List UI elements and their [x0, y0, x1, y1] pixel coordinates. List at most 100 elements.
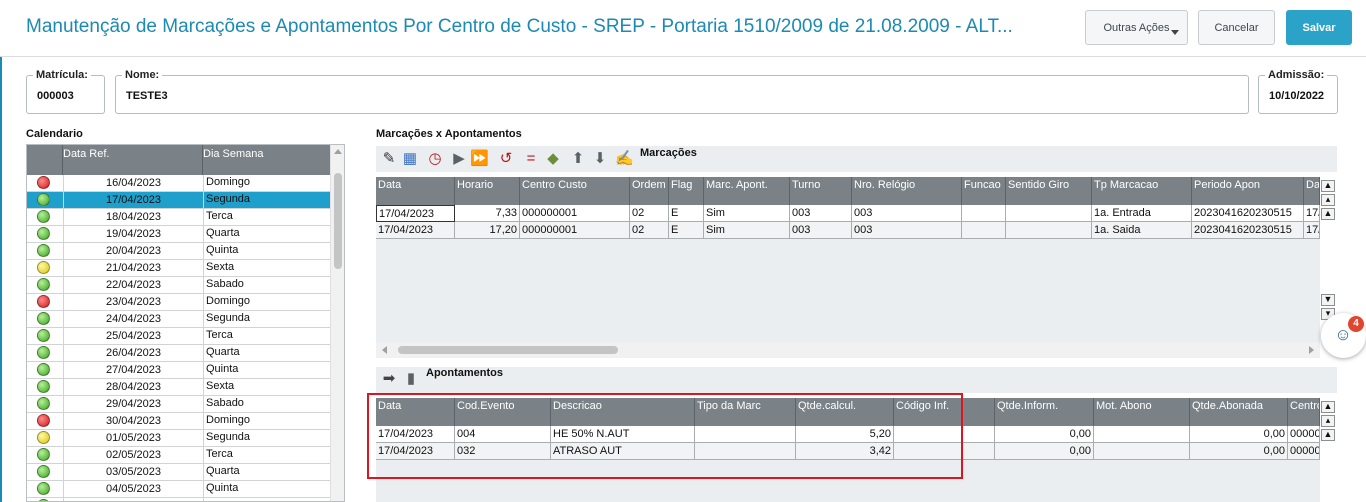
marcacoes-col-header[interactable]: Ordem — [630, 177, 669, 205]
marcacoes-cell[interactable]: 000000001 — [520, 205, 630, 222]
calendar-row[interactable]: 03/05/2023 Quarta — [27, 464, 331, 481]
calendar-row[interactable]: 30/04/2023 Domingo — [27, 413, 331, 430]
apontamentos-col-header[interactable]: Mot. Abono — [1094, 398, 1190, 426]
apontamentos-cell[interactable]: 00000 — [1288, 426, 1320, 443]
calendar-row[interactable]: 18/04/2023 Terca — [27, 209, 331, 226]
apontamentos-col-header[interactable]: Centro — [1288, 398, 1320, 426]
move-up-one-button[interactable]: ▲ — [1321, 208, 1335, 220]
last-icon[interactable]: ⏩ — [470, 150, 489, 168]
calendar-row[interactable]: 27/04/2023 Quinta — [27, 362, 331, 379]
calendar-row[interactable]: 20/04/2023 Quinta — [27, 243, 331, 260]
marcacoes-cell[interactable]: Sim — [704, 205, 790, 222]
calendar-row[interactable]: 19/04/2023 Quarta — [27, 226, 331, 243]
marcacoes-row[interactable]: 17/04/2023 7,33 000000001 02 E Sim 003 003 1a. E… — [376, 205, 1320, 222]
marcacoes-col-header[interactable]: Centro Custo — [520, 177, 630, 205]
marcacoes-cell[interactable]: 2023041620230515 — [1192, 222, 1304, 239]
admissao-field[interactable]: Admissão: 10/10/2022 — [1258, 69, 1338, 114]
scroll-left-icon[interactable] — [382, 346, 387, 354]
marcacoes-hscrollbar[interactable] — [376, 342, 1320, 358]
apont-move-up-one-button[interactable]: ▲ — [1321, 429, 1335, 441]
apontamentos-cell[interactable]: 0,00 — [1190, 426, 1288, 443]
marcacoes-cell[interactable]: 003 — [852, 205, 962, 222]
cancel-button[interactable]: Cancelar — [1198, 10, 1275, 45]
equals-icon[interactable]: = — [522, 150, 540, 168]
apontamentos-cell[interactable]: 0,00 — [995, 426, 1094, 443]
marcacoes-col-header[interactable]: Da — [1304, 177, 1320, 205]
calendar-icon[interactable]: ▦ — [401, 150, 419, 168]
marcacoes-cell[interactable] — [962, 205, 1006, 222]
calendar-row[interactable]: 16/04/2023 Domingo — [27, 175, 331, 192]
calendar-row[interactable]: 01/05/2023 Segunda — [27, 430, 331, 447]
clock-icon[interactable]: ◷ — [426, 150, 444, 168]
apontamentos-cell[interactable]: 0,00 — [995, 443, 1094, 460]
marcacoes-cell[interactable]: E — [669, 222, 704, 239]
marcacoes-cell[interactable]: 17/ — [1304, 205, 1320, 222]
marcacoes-cell[interactable]: 003 — [790, 205, 852, 222]
marcacoes-cell[interactable]: 02 — [630, 222, 669, 239]
marcacoes-col-header[interactable]: Sentido Giro — [1006, 177, 1092, 205]
marcacoes-cell[interactable]: 000000001 — [520, 222, 630, 239]
marcacoes-cell[interactable]: 17,20 — [455, 222, 520, 239]
marcacoes-col-header[interactable]: Horario — [455, 177, 520, 205]
apontamentos-col-header[interactable]: Qtde.Inform. — [995, 398, 1094, 426]
calendar-scrollbar[interactable] — [330, 145, 344, 501]
marcacoes-cell[interactable] — [1006, 205, 1092, 222]
other-actions-button[interactable]: Outras Ações — [1085, 10, 1188, 45]
edit-icon[interactable]: ✎ — [380, 150, 398, 168]
next-icon[interactable]: ▶ — [450, 150, 468, 168]
marcacoes-col-header[interactable]: Nro. Relógio — [852, 177, 962, 205]
apont-move-top-button[interactable]: ▲ — [1321, 401, 1335, 413]
document-icon[interactable]: ▮ — [402, 370, 420, 388]
calendar-row[interactable]: 28/04/2023 Sexta — [27, 379, 331, 396]
nome-field[interactable]: Nome: TESTE3 — [115, 69, 1249, 114]
scroll-right-icon[interactable] — [1309, 346, 1314, 354]
money-icon[interactable]: ◆ — [544, 150, 562, 168]
calendar-row[interactable]: 26/04/2023 Quarta — [27, 345, 331, 362]
marcacoes-cell[interactable]: 003 — [852, 222, 962, 239]
calendar-row[interactable]: 04/05/2023 Quinta — [27, 481, 331, 498]
scroll-thumb[interactable] — [398, 346, 618, 354]
marcacoes-cell[interactable]: 17/04/2023 — [376, 205, 455, 222]
calendar-row[interactable] — [27, 498, 331, 501]
move-down-button[interactable]: ▼ — [1321, 294, 1335, 306]
marcacoes-cell[interactable]: 7,33 — [455, 205, 520, 222]
marcacoes-cell[interactable]: 17/04/2023 — [376, 222, 455, 239]
apontamentos-cell[interactable]: 0,00 — [1190, 443, 1288, 460]
apont-move-up-button[interactable]: ▴ — [1321, 415, 1335, 427]
apontamentos-cell[interactable] — [1094, 443, 1190, 460]
save-button[interactable]: Salvar — [1286, 10, 1352, 45]
marcacoes-cell[interactable]: 1a. Entrada — [1092, 205, 1192, 222]
marcacoes-row[interactable]: 17/04/2023 17,20 000000001 02 E Sim 003 003 1a. … — [376, 222, 1320, 239]
arrow-right-icon[interactable]: ➡ — [380, 370, 398, 388]
marcacoes-cell[interactable]: 1a. Saida — [1092, 222, 1192, 239]
arrow-down-icon[interactable]: ⬇ — [591, 150, 609, 168]
apontamentos-cell[interactable] — [1094, 426, 1190, 443]
marcacoes-cell[interactable]: E — [669, 205, 704, 222]
calendar-row[interactable]: 24/04/2023 Segunda — [27, 311, 331, 328]
calendar-row[interactable]: 21/04/2023 Sexta — [27, 260, 331, 277]
marcacoes-cell[interactable]: 17/ — [1304, 222, 1320, 239]
note-edit-icon[interactable]: ✍ — [615, 150, 634, 168]
marcacoes-col-header[interactable]: Turno — [790, 177, 852, 205]
marcacoes-col-header[interactable]: Tp Marcacao — [1092, 177, 1192, 205]
apontamentos-col-header[interactable]: Qtde.Abonada — [1190, 398, 1288, 426]
apontamentos-cell[interactable]: 00000 — [1288, 443, 1320, 460]
arrow-up-icon[interactable]: ⬆ — [569, 150, 587, 168]
calendar-row[interactable]: 17/04/2023 Segunda — [27, 192, 331, 209]
marcacoes-cell[interactable]: Sim — [704, 222, 790, 239]
marcacoes-cell[interactable]: 2023041620230515 — [1192, 205, 1304, 222]
scroll-up-icon[interactable] — [334, 149, 342, 154]
calendar-row[interactable]: 29/04/2023 Sabado — [27, 396, 331, 413]
marcacoes-cell[interactable] — [962, 222, 1006, 239]
calendar-row[interactable]: 02/05/2023 Terca — [27, 447, 331, 464]
marcacoes-col-header[interactable]: Funcao — [962, 177, 1006, 205]
marcacoes-col-header[interactable]: Periodo Apon — [1192, 177, 1304, 205]
marcacoes-cell[interactable]: 003 — [790, 222, 852, 239]
move-top-button[interactable]: ▲ — [1321, 180, 1335, 192]
marcacoes-col-header[interactable]: Flag — [669, 177, 704, 205]
scroll-thumb[interactable] — [334, 173, 342, 269]
marcacoes-col-header[interactable]: Marc. Apont. — [704, 177, 790, 205]
matricula-field[interactable]: Matrícula: 000003 — [26, 69, 105, 114]
marcacoes-cell[interactable] — [1006, 222, 1092, 239]
chat-assistant-button[interactable]: ☺ 4 — [1321, 313, 1366, 358]
